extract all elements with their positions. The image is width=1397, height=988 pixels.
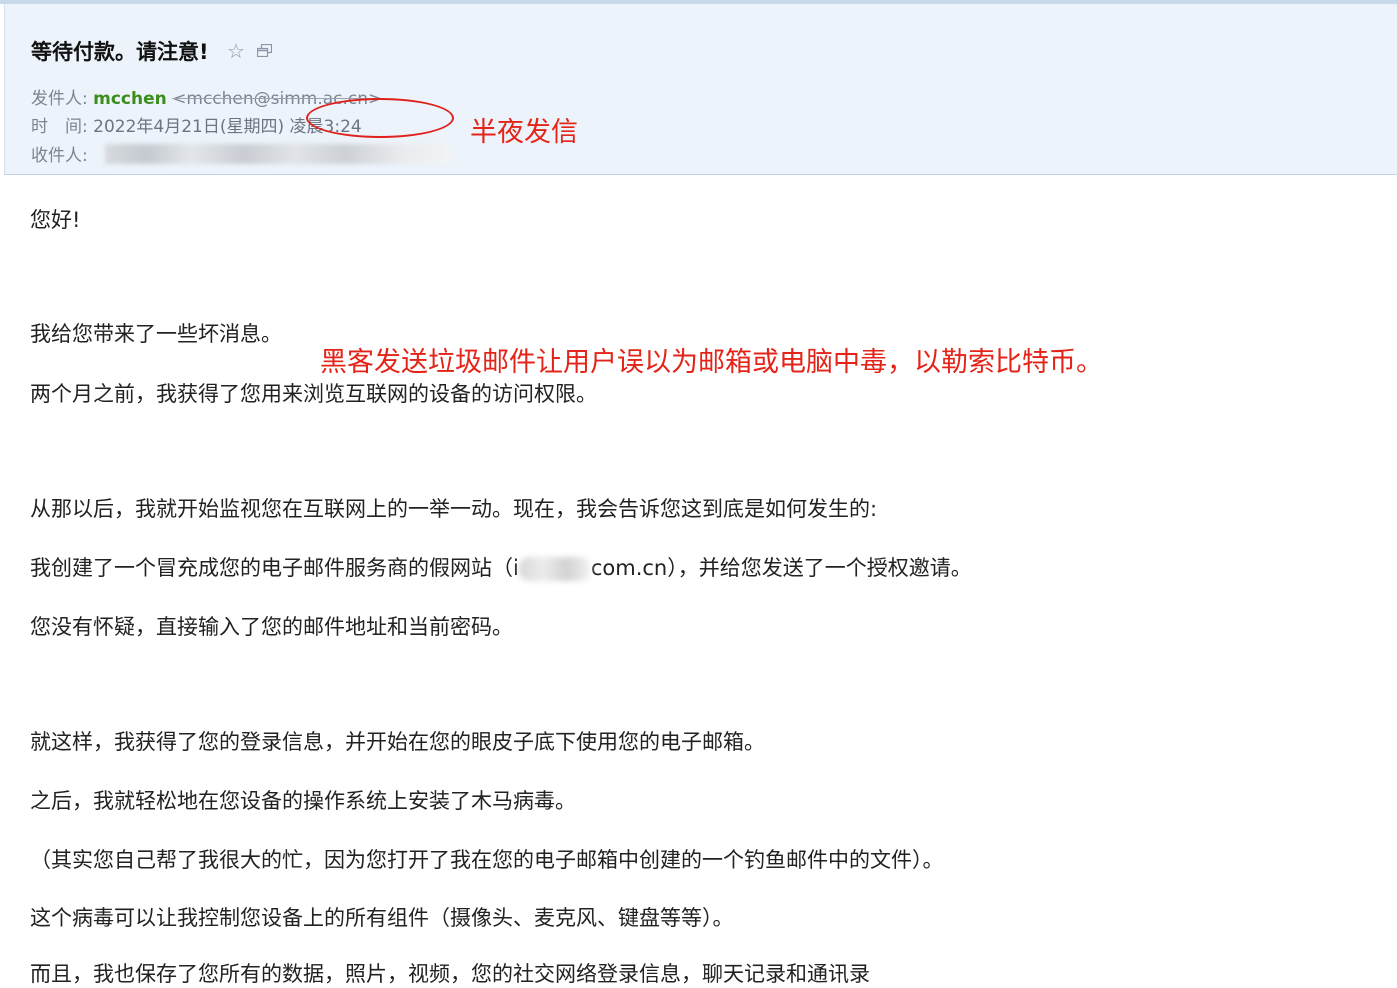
body-line-7: 之后，我就轻松地在您设备的操作系统上安装了木马病毒。: [30, 789, 576, 813]
to-row: 收件人:: [31, 141, 88, 166]
to-label: 收件人:: [31, 146, 88, 166]
annotation-midnight: 半夜发信: [470, 117, 578, 148]
email-header: 等待付款。请注意! ☆ 发件人: mcchen <mcchen@simm.ac.…: [4, 4, 1397, 175]
annotation-hacker: 黑客发送垃圾邮件让用户误以为邮箱或电脑中毒，以勒索比特币。: [320, 347, 1103, 378]
body-line-5: 您没有怀疑，直接输入了您的邮件地址和当前密码。: [30, 615, 513, 639]
body-line-10: 而且，我也保存了您所有的数据，照片，视频，您的社交网络登录信息，聊天记录和通讯录: [30, 962, 870, 986]
body-line-8: （其实您自己帮了我很大的忙，因为您打开了我在您的电子邮箱中创建的一个钓鱼邮件中的…: [30, 848, 944, 872]
body-line-9: 这个病毒可以让我控制您设备上的所有组件（摄像头、麦克风、键盘等等）。: [30, 906, 734, 930]
domain-redacted: [518, 557, 591, 581]
sender-name[interactable]: mcchen: [93, 89, 167, 109]
body-line-6: 就这样，我获得了您的登录信息，并开始在您的眼皮子底下使用您的电子邮箱。: [30, 730, 765, 754]
star-icon[interactable]: ☆: [227, 39, 245, 63]
from-label: 发件人:: [31, 89, 88, 109]
time-highlight-circle: [306, 98, 454, 138]
body-line-4-end: com.cn），并给您发送了一个授权邀请。: [590, 556, 972, 580]
body-line-4-start: 我创建了一个冒充成您的电子邮件服务商的假网站（i: [30, 556, 519, 580]
popout-window-icon[interactable]: [257, 44, 272, 57]
time-label: 时 间:: [31, 117, 88, 137]
recipients-redacted: [105, 144, 450, 164]
body-line-1: 我给您带来了一些坏消息。: [30, 322, 282, 346]
body-line-4: 我创建了一个冒充成您的电子邮件服务商的假网站（i com.cn），并给您发送了一个…: [30, 552, 972, 582]
email-subject: 等待付款。请注意!: [31, 40, 209, 64]
body-line-3: 从那以后，我就开始监视您在互联网上的一举一动。现在，我会告诉您这到底是如何发生的…: [30, 497, 878, 521]
body-line-2: 两个月之前，我获得了您用来浏览互联网的设备的访问权限。: [30, 382, 597, 406]
greeting: 您好!: [30, 208, 81, 232]
